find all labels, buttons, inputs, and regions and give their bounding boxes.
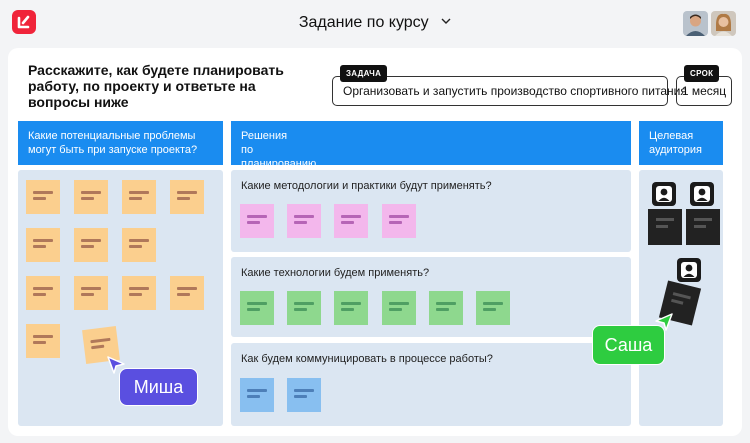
methodologies-area[interactable]: Какие методологии и практики будут приме…: [231, 170, 631, 252]
task-field: Организовать и запустить производство сп…: [332, 65, 687, 106]
sticky-note[interactable]: [287, 204, 321, 238]
chevron-down-icon[interactable]: [441, 12, 451, 30]
sticky-note[interactable]: [382, 291, 416, 325]
sticky-note[interactable]: [122, 180, 156, 214]
page-title: Задание по курсу: [298, 14, 429, 31]
task-tag: ЗАДАЧА: [340, 65, 388, 82]
user-icon: [652, 182, 676, 206]
sticky-note[interactable]: [287, 291, 321, 325]
sticky-note[interactable]: [429, 291, 463, 325]
sticky-note[interactable]: [26, 276, 60, 310]
section-question: Как будем коммуницировать в процессе раб…: [241, 353, 493, 365]
persona-note: [686, 209, 720, 245]
communication-area[interactable]: Как будем коммуницировать в процессе раб…: [231, 343, 631, 426]
top-bar: Задание по курсу: [0, 0, 750, 44]
sticky-note[interactable]: [476, 291, 510, 325]
sticky-note[interactable]: [74, 180, 108, 214]
sticky-note[interactable]: [240, 378, 274, 412]
sticky-note[interactable]: [26, 324, 60, 358]
persona-note: [648, 209, 682, 245]
sticky-note[interactable]: [334, 204, 368, 238]
cursor-label-sasha: Саша: [592, 325, 665, 365]
deadline-field: 1 месяц СРОК: [676, 65, 732, 106]
column-header-audience: Целевая аудитория: [639, 121, 723, 165]
assignment-question: Расскажите, как будете планировать работ…: [28, 62, 284, 110]
technologies-area[interactable]: Какие технологии будем применять?: [231, 257, 631, 337]
sticky-note[interactable]: [74, 276, 108, 310]
sticky-note[interactable]: [74, 228, 108, 262]
sticky-note[interactable]: [334, 291, 368, 325]
sticky-note[interactable]: [240, 204, 274, 238]
column-header-solutions: Решения по планированию: [231, 121, 631, 170]
sticky-note[interactable]: [170, 180, 204, 214]
collaborators: [683, 11, 736, 36]
avatar[interactable]: [711, 11, 736, 36]
section-question: Какие методологии и практики будут приме…: [241, 180, 492, 192]
sticky-note[interactable]: [240, 291, 274, 325]
avatar[interactable]: [683, 11, 708, 36]
sticky-note[interactable]: [382, 204, 416, 238]
sticky-note[interactable]: [26, 228, 60, 262]
user-icon: [677, 258, 701, 282]
column-header-problems: Какие потенциальные проблемы могут быть …: [18, 121, 223, 165]
sticky-note[interactable]: [122, 276, 156, 310]
section-question: Какие технологии будем применять?: [241, 267, 430, 279]
audience-area[interactable]: [639, 170, 723, 426]
sticky-note[interactable]: [122, 228, 156, 262]
user-icon: [690, 182, 714, 206]
deadline-tag: СРОК: [684, 65, 720, 82]
sticky-note[interactable]: [287, 378, 321, 412]
sticky-note[interactable]: [170, 276, 204, 310]
title-dropdown[interactable]: Задание по курсу: [0, 12, 750, 32]
sticky-note[interactable]: [26, 180, 60, 214]
cursor-label-misha: Миша: [119, 368, 198, 406]
